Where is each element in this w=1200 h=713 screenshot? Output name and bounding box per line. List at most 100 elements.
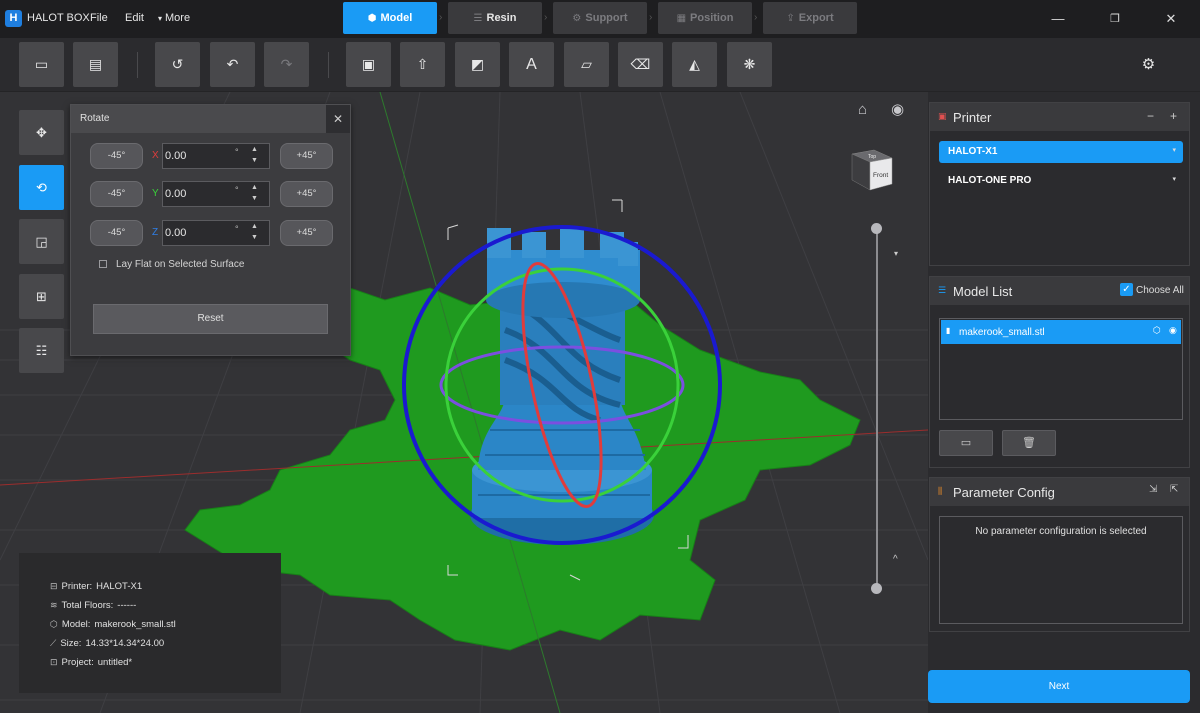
eye-icon[interactable]: ◉ (1169, 325, 1177, 336)
tab-model[interactable]: ⬢ Model (343, 2, 437, 34)
cut-plane-icon[interactable]: ◩ (455, 42, 500, 87)
model-list-item[interactable]: ▮ makerook_small.stl ⬡ ◉ (941, 320, 1181, 344)
import-icon[interactable]: ▤ (73, 42, 118, 87)
measure-icon[interactable]: ▱ (564, 42, 609, 87)
trash-icon[interactable]: 🗑 (1002, 430, 1056, 456)
info-project-value: untitled* (97, 657, 133, 668)
parameter-config-title: Parameter Config (953, 485, 1055, 500)
scale-tool-icon[interactable]: ◲ (19, 219, 64, 264)
stepper-down-icon[interactable]: ▼ (251, 234, 258, 241)
open-file-icon[interactable]: ▭ (19, 42, 64, 87)
export-config-icon[interactable]: ⇱ (1170, 484, 1178, 495)
rotate-y-plus-button[interactable]: +45° (280, 181, 333, 207)
add-printer-icon[interactable]: + (1170, 109, 1177, 123)
rotate-z-value: 0.00 (165, 227, 187, 239)
stepper-up-icon[interactable]: ▲ (251, 223, 258, 230)
menu-edit[interactable]: Edit (125, 12, 144, 24)
close-icon[interactable]: ✕ (326, 105, 350, 133)
rotate-y-value: 0.00 (165, 188, 187, 200)
lattice-icon[interactable]: ❋ (727, 42, 772, 87)
right-panel: ▣ Printer − + HALOT-X1 ▾ HALOT-ONE PRO ▾ ☰… (928, 92, 1200, 713)
cube-icon[interactable]: ⬡ (1153, 325, 1161, 336)
rotate-z-input[interactable]: 0.00 ° ▲ ▼ (162, 220, 270, 246)
cube-icon: ⬡ (50, 619, 58, 629)
remove-printer-icon[interactable]: − (1147, 109, 1154, 123)
grid-icon: ▦ (676, 13, 687, 24)
import-config-icon[interactable]: ⇲ (1149, 484, 1157, 495)
info-project-label: Project: (61, 657, 94, 668)
info-size-label: Size: (60, 638, 82, 649)
tab-export[interactable]: ⇪ Export (763, 2, 857, 34)
stepper-down-icon[interactable]: ▼ (251, 157, 258, 164)
menu-file[interactable]: File (90, 12, 108, 24)
duplicate-tool-icon[interactable]: ⊞ (19, 274, 64, 319)
settings-icon[interactable]: ⚙ (1126, 42, 1171, 87)
rotate-z-minus-button[interactable]: -45° (90, 220, 143, 246)
home-icon[interactable]: ⌂ (858, 101, 867, 118)
list-icon: ☰ (938, 285, 947, 295)
info-printer-label: Printer: (61, 581, 93, 592)
parameter-config-box: No parameter configuration is selected (939, 516, 1183, 624)
info-printer: ⊟ Printer: HALOT-X1 (50, 581, 142, 592)
rotate-z-plus-button[interactable]: +45° (280, 220, 333, 246)
printer-section: ▣ Printer − + HALOT-X1 ▾ HALOT-ONE PRO ▾ (929, 102, 1190, 266)
info-model-label: Model: (61, 619, 91, 630)
choose-all-label: Choose All (1136, 285, 1184, 296)
upload-icon[interactable]: ⇧ (400, 42, 445, 87)
eye-icon[interactable]: ◉ (891, 100, 904, 118)
rotate-x-input[interactable]: 0.00 ° ▲ ▼ (162, 143, 270, 169)
info-floors-value: ------ (117, 600, 137, 611)
eraser-icon[interactable]: ⌫ (618, 42, 663, 87)
open-folder-icon[interactable]: ▭ (939, 430, 993, 456)
toolbar: ▭ ▤ ↺ ↶ ↷ ▣ ⇧ ◩ A ▱ ⌫ ◭ ❋ ⚙ (0, 38, 1200, 92)
mirror-icon[interactable]: ◭ (672, 42, 717, 87)
rotate-y-input[interactable]: 0.00 ° ▲ ▼ (162, 181, 270, 207)
tab-support[interactable]: ⚙ Support (553, 2, 647, 34)
project-icon: ⊡ (50, 657, 58, 667)
rotate-panel: Rotate ✕ -45° X 0.00 ° ▲ ▼ +45° -45° Y 0… (70, 104, 351, 356)
hollow-icon[interactable]: ▣ (346, 42, 391, 87)
z-axis-label: Z (152, 227, 159, 238)
stepper-up-icon[interactable]: ▲ (251, 146, 258, 153)
stepper-down-icon[interactable]: ▼ (251, 195, 258, 202)
layer-slider-bottom-handle[interactable] (871, 583, 882, 594)
caret-up-icon[interactable]: ^ (893, 554, 898, 565)
layers-icon: ≋ (50, 600, 58, 610)
minimize-icon[interactable]: — (1048, 10, 1068, 28)
layer-slider-top-handle[interactable] (871, 223, 882, 234)
rotate-tool-icon[interactable]: ⟲ (19, 165, 64, 210)
undo-icon[interactable]: ↶ (210, 42, 255, 87)
move-tool-icon[interactable]: ✥ (19, 110, 64, 155)
view-cube-top-label: Top (868, 154, 876, 160)
model-list-box: ▮ makerook_small.stl ⬡ ◉ (939, 318, 1183, 420)
export-icon: ⇪ (786, 13, 795, 24)
restore-icon[interactable]: ❐ (1105, 10, 1125, 28)
rotate-x-minus-button[interactable]: -45° (90, 143, 143, 169)
rotate-panel-header: Rotate ✕ (71, 105, 350, 133)
info-printer-value: HALOT-X1 (96, 581, 143, 592)
tab-position[interactable]: ▦ Position (658, 2, 752, 34)
tab-position-label: Position (690, 12, 734, 24)
text-icon[interactable]: A (509, 42, 554, 87)
tab-resin[interactable]: ☰ Resin (448, 2, 542, 34)
app-title: HALOT BOX (27, 12, 90, 24)
info-size: ⟋ Size: 14.33*14.34*24.00 (50, 638, 164, 649)
view-cube[interactable]: Top Front (848, 148, 898, 194)
printer-option-halot-one-pro[interactable]: HALOT-ONE PRO ▾ (939, 170, 1183, 192)
layer-slider-chevron-icon[interactable]: ▾ (894, 249, 898, 258)
reset-button[interactable]: Reset (93, 304, 328, 334)
choose-all-checkbox[interactable]: ✓ (1120, 283, 1133, 296)
next-button[interactable]: Next (928, 670, 1190, 703)
redo-icon[interactable]: ↷ (264, 42, 309, 87)
rotate-x-plus-button[interactable]: +45° (280, 143, 333, 169)
menu-more[interactable]: ▾ More (158, 12, 190, 24)
toolbar-divider (328, 52, 329, 78)
rotate-y-minus-button[interactable]: -45° (90, 181, 143, 207)
lay-flat-checkbox[interactable]: Lay Flat on Selected Surface (99, 259, 244, 270)
printer-option-halot-x1[interactable]: HALOT-X1 ▾ (939, 141, 1183, 163)
stepper-up-icon[interactable]: ▲ (251, 184, 258, 191)
close-icon[interactable]: ✕ (1161, 10, 1181, 28)
history-icon[interactable]: ↺ (155, 42, 200, 87)
caret-down-icon: ▾ (158, 14, 163, 23)
list-tool-icon[interactable]: ☷ (19, 328, 64, 373)
